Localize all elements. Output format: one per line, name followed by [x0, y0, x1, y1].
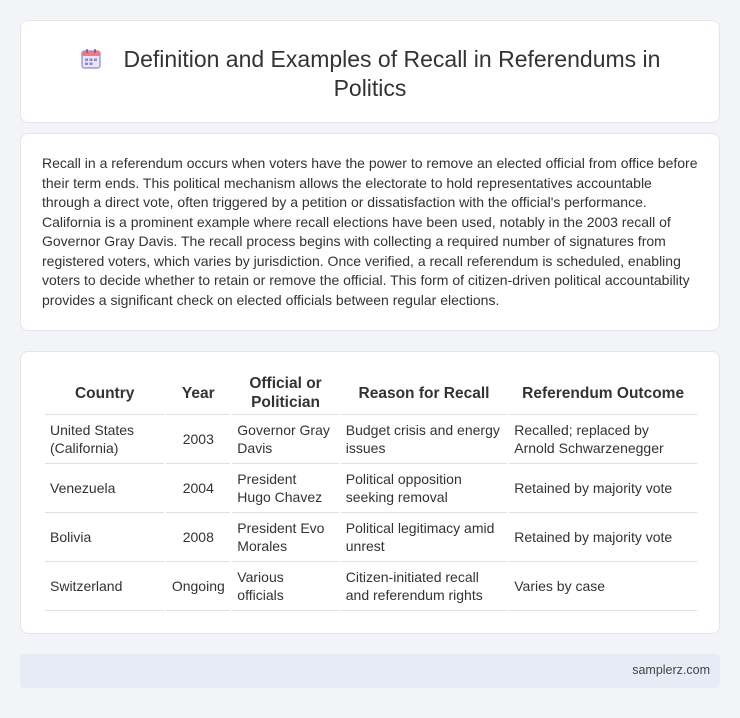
page-title: Definition and Examples of Recall in Ref… [123, 46, 661, 101]
cell-year: 2008 [166, 513, 231, 562]
calendar-icon [80, 49, 101, 69]
cell-outcome: Varies by case [509, 562, 697, 611]
cell-outcome: Retained by majority vote [509, 464, 697, 513]
table-card: Country Year Official or Politician Reas… [20, 351, 720, 634]
cell-country: Venezuela [45, 464, 165, 513]
cell-official: Governor Gray Davis [232, 415, 339, 464]
cell-official: President Evo Morales [232, 513, 339, 562]
cell-reason: Political opposition seeking removal [340, 464, 508, 513]
cell-year: 2004 [166, 464, 231, 513]
header-reason: Reason for Recall [340, 372, 508, 415]
cell-outcome: Retained by majority vote [509, 513, 697, 562]
table-header-row: Country Year Official or Politician Reas… [45, 372, 697, 415]
intro-card: Recall in a referendum occurs when voter… [20, 133, 720, 331]
intro-paragraph: Recall in a referendum occurs when voter… [42, 155, 698, 308]
cell-official: Various officials [232, 562, 339, 611]
table-row: United States (California) 2003 Governor… [45, 415, 697, 464]
table-row: Venezuela 2004 President Hugo Chavez Pol… [45, 464, 697, 513]
header-outcome: Referendum Outcome [509, 372, 697, 415]
cell-year: 2003 [166, 415, 231, 464]
cell-country: Switzerland [45, 562, 165, 611]
cell-outcome: Recalled; replaced by Arnold Schwarzeneg… [509, 415, 697, 464]
footer-bar: samplerz.com [20, 654, 720, 688]
header-year: Year [166, 372, 231, 415]
cell-reason: Political legitimacy amid unrest [340, 513, 508, 562]
header-country: Country [45, 372, 165, 415]
cell-official: President Hugo Chavez [232, 464, 339, 513]
page-title-wrap: Definition and Examples of Recall in Ref… [21, 45, 719, 103]
cell-reason: Citizen-initiated recall and referendum … [340, 562, 508, 611]
cell-country: United States (California) [45, 415, 165, 464]
title-card: Definition and Examples of Recall in Ref… [20, 20, 720, 123]
cell-reason: Budget crisis and energy issues [340, 415, 508, 464]
recall-table: Country Year Official or Politician Reas… [43, 372, 699, 611]
footer-site-link[interactable]: samplerz.com [632, 663, 710, 677]
cell-country: Bolivia [45, 513, 165, 562]
cell-year: Ongoing [166, 562, 231, 611]
header-official: Official or Politician [232, 372, 339, 415]
table-row: Bolivia 2008 President Evo Morales Polit… [45, 513, 697, 562]
table-row: Switzerland Ongoing Various officials Ci… [45, 562, 697, 611]
